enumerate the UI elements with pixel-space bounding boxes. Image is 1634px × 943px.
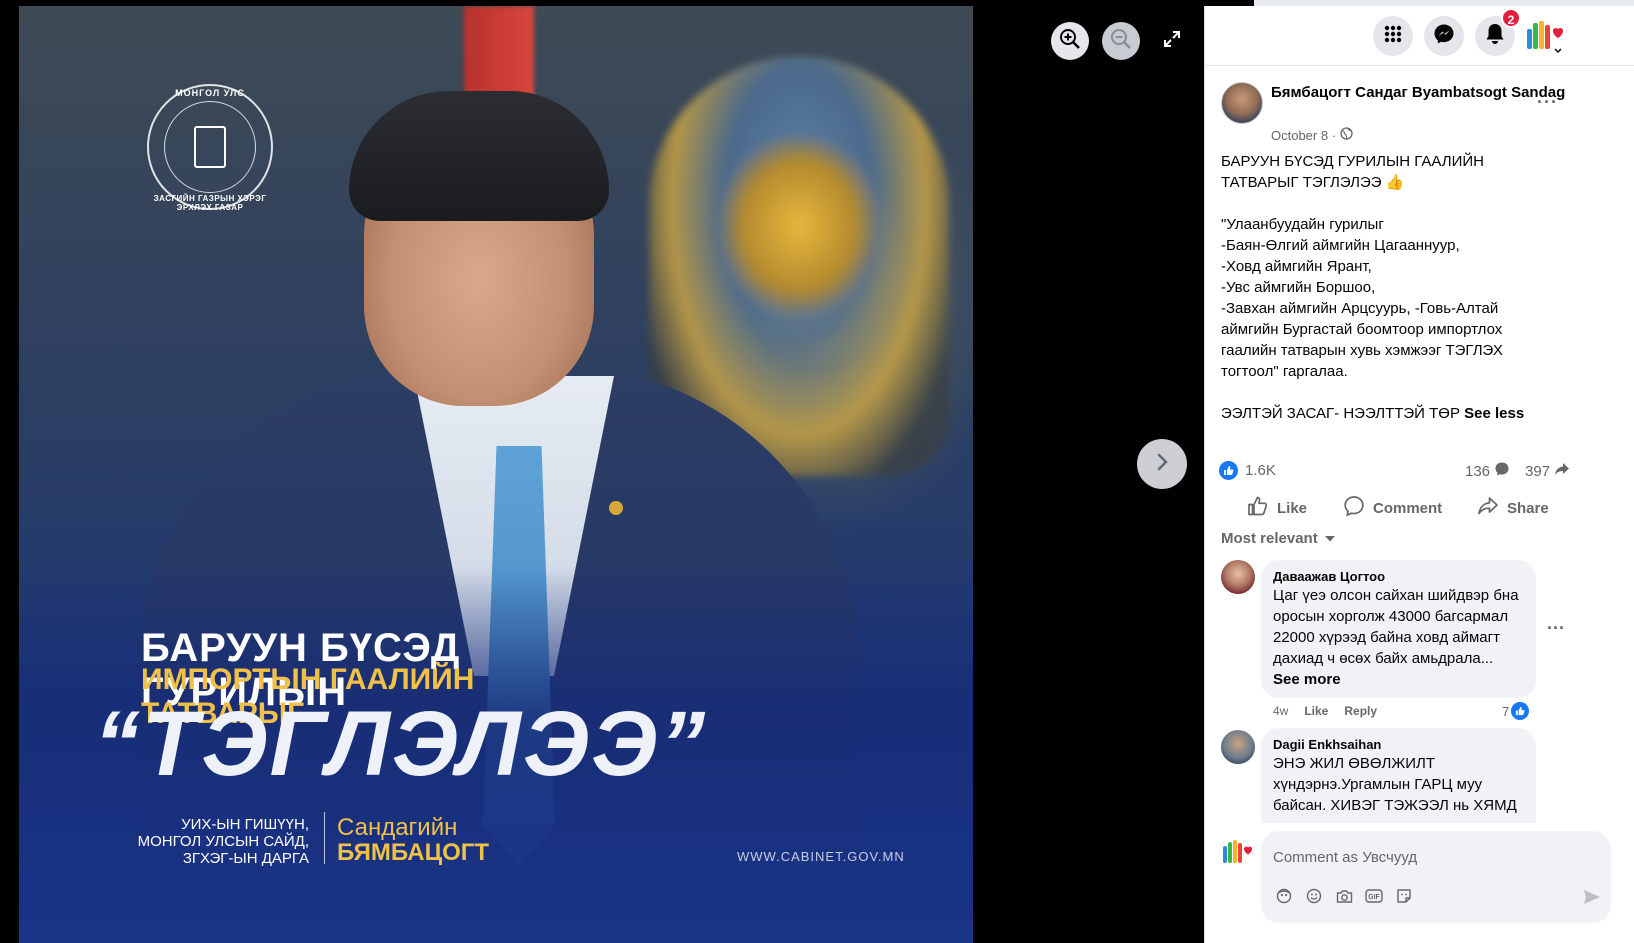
author-avatar[interactable] [1221, 82, 1263, 124]
emblem-soyombo-blur [719, 136, 879, 316]
comment-composer: Comment as Увсчууд GIF [1205, 823, 1634, 943]
sticker-icon[interactable] [1395, 887, 1413, 905]
comment-reaction-count: 7 [1502, 703, 1510, 719]
comment-text-body: Цаг үеэ олсон сайхан шийдвэр бна оросын … [1273, 587, 1519, 667]
image-name-first: Сандагийн [337, 814, 458, 841]
comment-bubble: Dagii Enkhsaihan ЭНЭ ЖИЛ ӨВӨЛЖИЛТ хүндэр… [1261, 728, 1536, 824]
like-button[interactable]: Like [1247, 494, 1307, 522]
chevron-right-icon [1152, 452, 1172, 477]
image-name-last: БЯМБАЦОГТ [337, 839, 490, 866]
role-divider [324, 812, 325, 864]
camera-icon[interactable] [1335, 887, 1353, 905]
messenger-icon [1433, 23, 1455, 50]
like-button-label: Like [1277, 499, 1308, 517]
share-count[interactable]: 397 [1525, 461, 1570, 481]
post-actions: Like Comment Share [1205, 490, 1634, 526]
comment-icon [1343, 495, 1365, 521]
seal-top-text: МОНГОЛ УЛС [175, 88, 245, 98]
commenter-name[interactable]: Dagii Enkhsaihan [1273, 736, 1524, 753]
comment-count-value: 136 [1465, 462, 1491, 480]
commenter-avatar[interactable] [1221, 730, 1255, 764]
fullscreen-icon [1162, 29, 1182, 54]
lapel-pin [609, 501, 623, 515]
comment-text: ЭНЭ ЖИЛ ӨВӨЛЖИЛТ хүндэрнэ.Ургамлын ГАРЦ … [1273, 755, 1517, 814]
comment-age[interactable]: 4w [1273, 704, 1288, 718]
like-reaction-icon[interactable] [1219, 461, 1238, 480]
share-arrow-icon [1554, 461, 1570, 481]
post-text: БАРУУН БҮСЭД ГУРИЛЫН ГААЛИЙН ТАТВАРЫГ ТЭ… [1221, 151, 1531, 424]
thumbs-up-icon [1247, 495, 1269, 521]
comment-count[interactable]: 136 [1465, 461, 1510, 481]
post-photo: МОНГОЛ УЛС ЗАСГИЙН ГАЗРЫН ХЭРЭГ ЭРХЛЭХ Г… [19, 6, 973, 943]
see-more-link[interactable]: See more [1273, 671, 1341, 688]
next-photo-button[interactable] [1137, 439, 1187, 489]
post-author[interactable]: Бямбацогт Сандаг Byambatsogt Sandag [1271, 82, 1581, 103]
like-reaction-icon [1511, 702, 1530, 720]
comment-like-link[interactable]: Like [1304, 704, 1328, 718]
top-navigation: 2 [1205, 6, 1634, 66]
bell-icon [1485, 23, 1505, 50]
send-icon[interactable] [1583, 889, 1601, 910]
post-date[interactable]: October 8 · [1271, 127, 1353, 143]
seal-document-icon [194, 126, 226, 168]
svg-text:GIF: GIF [1368, 894, 1380, 901]
role-line-3: ЗГХЭГ-ЫН ДАРГА [182, 850, 309, 867]
composer-tools: GIF [1275, 887, 1413, 905]
emoji-icon[interactable] [1305, 887, 1323, 905]
comment-meta: 4w Like Reply [1273, 704, 1377, 718]
comment-text: Цаг үеэ олсон сайхан шийдвэр бна оросын … [1273, 585, 1524, 690]
share-button-label: Share [1507, 499, 1549, 517]
post-panel: 2 Бямбацогт Сандаг Byambatsogt Sandag Oc… [1204, 6, 1634, 943]
comment-sort-label: Most relevant [1221, 530, 1318, 547]
avatar-sticker-icon[interactable] [1275, 887, 1293, 905]
seal-bottom-text: ЗАСГИЙН ГАЗРЫН ХЭРЭГ ЭРХЛЭХ ГАЗАР [153, 194, 267, 212]
commenter-name[interactable]: Даваажав Цогтоо [1273, 568, 1524, 585]
post-body: БАРУУН БҮСЭД ГУРИЛЫН ГААЛИЙН ТАТВАРЫГ ТЭ… [1221, 153, 1503, 422]
post-options-button[interactable]: ··· [1537, 92, 1558, 113]
image-headline-big: “ТЭГЛЭЛЭЭ” [94, 693, 708, 795]
globe-icon [1340, 127, 1353, 143]
comment-sort-dropdown[interactable]: Most relevant [1221, 530, 1336, 547]
comment-button-label: Comment [1373, 499, 1443, 517]
post-date-text: October 8 · [1271, 127, 1337, 143]
gif-icon[interactable]: GIF [1365, 887, 1383, 905]
caret-down-icon [1324, 530, 1336, 547]
see-less-link[interactable]: See less [1464, 405, 1524, 422]
menu-grid-icon [1383, 24, 1403, 49]
current-user-avatar [1221, 837, 1255, 871]
menu-button[interactable] [1373, 16, 1413, 56]
person-hair [349, 91, 609, 221]
zoom-in-button[interactable] [1051, 22, 1089, 60]
like-count[interactable]: 1.6K [1245, 462, 1276, 479]
comment-input-placeholder: Comment as Увсчууд [1273, 849, 1418, 866]
share-count-value: 397 [1525, 462, 1551, 480]
comment-input[interactable]: Comment as Увсчууд GIF [1261, 831, 1611, 923]
comment-bubble: Даваажав Цогтоо Цаг үеэ олсон сайхан ший… [1261, 560, 1536, 698]
comment-options-button[interactable]: ··· [1547, 618, 1565, 639]
role-line-1: УИХ-ЫН ГИШҮҮН, [181, 816, 309, 833]
account-logo-icon[interactable] [1525, 19, 1565, 55]
fullscreen-button[interactable] [1158, 27, 1186, 55]
comment-button[interactable]: Comment [1343, 494, 1442, 522]
share-button[interactable]: Share [1477, 494, 1549, 522]
messenger-button[interactable] [1424, 16, 1464, 56]
commenter-avatar[interactable] [1221, 560, 1255, 594]
post-stats: 1.6K 136 397 [1219, 459, 1634, 483]
comment-reply-link[interactable]: Reply [1344, 704, 1377, 718]
zoom-in-icon [1059, 28, 1081, 55]
zoom-out-button[interactable] [1102, 22, 1140, 60]
notification-badge: 2 [1501, 8, 1521, 28]
zoom-out-icon [1110, 28, 1132, 55]
comment-bubble-icon [1494, 461, 1510, 481]
role-line-2: МОНГОЛ УЛСЫН САЙД, [137, 833, 309, 850]
image-role: УИХ-ЫН ГИШҮҮН, МОНГОЛ УЛСЫН САЙД, ЗГХЭГ-… [115, 816, 309, 867]
image-website: WWW.CABINET.GOV.MN [737, 849, 905, 864]
photo-viewer: МОНГОЛ УЛС ЗАСГИЙН ГАЗРЫН ХЭРЭГ ЭРХЛЭХ Г… [0, 0, 1254, 943]
comment-reactions[interactable]: 7 [1502, 702, 1530, 720]
share-icon [1477, 495, 1499, 521]
